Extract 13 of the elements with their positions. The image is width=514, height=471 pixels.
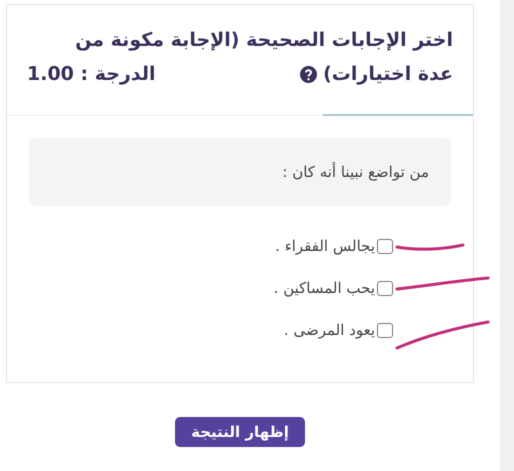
checkbox[interactable] xyxy=(377,322,393,338)
option-label: يجالس الفقراء . xyxy=(275,236,375,257)
show-result-button[interactable]: إظهار النتيجة xyxy=(175,417,305,447)
option-label: يعود المرضى . xyxy=(284,320,375,341)
pen-stroke xyxy=(395,242,465,252)
question-title: اختر الإجابات الصحيحة (الإجابة مكونة من xyxy=(74,28,453,53)
checkbox[interactable] xyxy=(377,238,393,254)
question-title: عدة اختيارات) xyxy=(323,62,453,87)
option-label: يحب المساكين . xyxy=(274,278,375,299)
help-icon[interactable] xyxy=(300,66,318,82)
question-text: من تواضع نبينا أنه كان : xyxy=(282,161,429,183)
grade-text: الدرجة : 1.00 xyxy=(27,62,156,87)
checkbox[interactable] xyxy=(377,280,393,296)
